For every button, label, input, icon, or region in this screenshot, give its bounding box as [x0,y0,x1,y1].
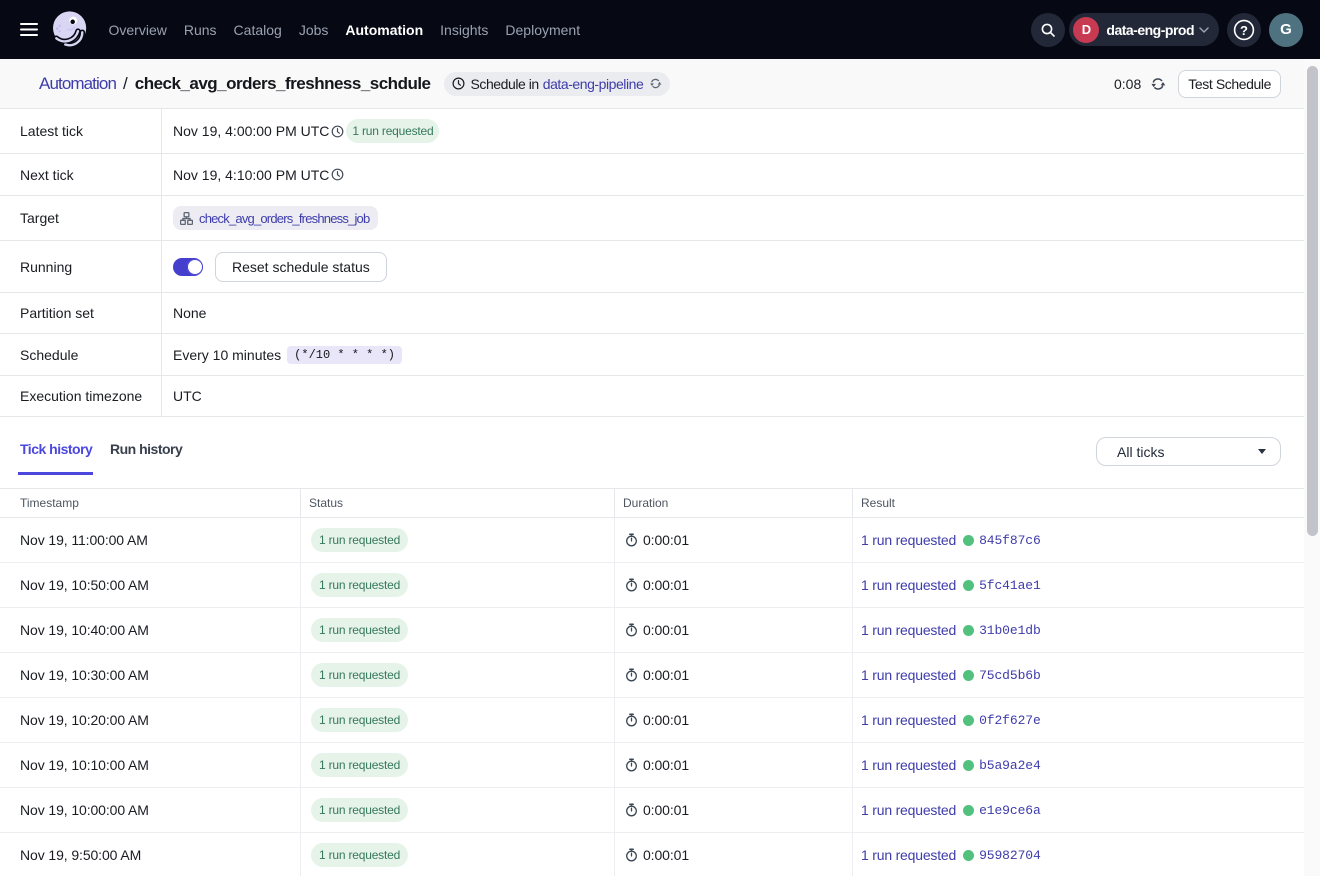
svg-text:?: ? [1240,22,1248,37]
